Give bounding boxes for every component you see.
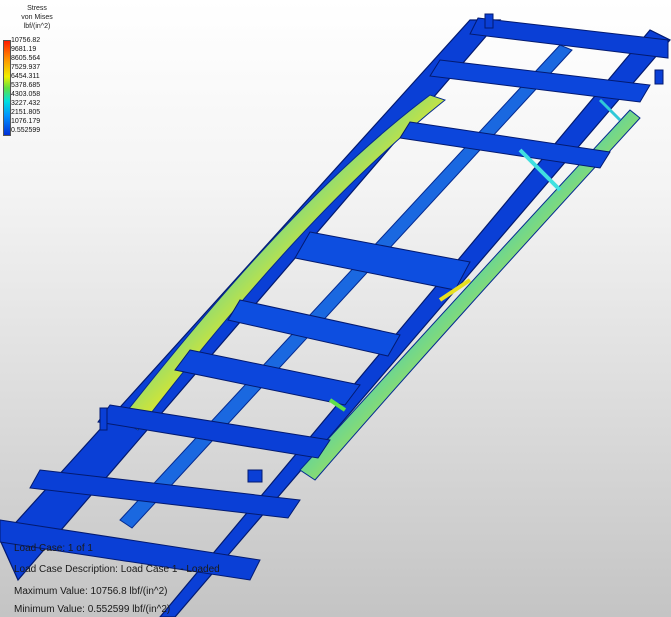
maximum-value: Maximum Value: 10756.8 lbf/(in^2)	[14, 586, 168, 597]
legend-tick: 5378.685	[11, 82, 41, 89]
legend-tick: 9681.19	[11, 46, 37, 53]
center-longitudinal	[119, 44, 573, 529]
mount-post	[99, 407, 108, 431]
legend-title-line: Stress	[27, 5, 47, 12]
load-case-label: Load Case: 1 of 1	[14, 543, 93, 554]
frame-model	[0, 13, 671, 617]
legend-tick: 0.552599	[11, 127, 41, 134]
mount-post	[654, 69, 664, 85]
mount-post	[247, 469, 263, 483]
stress-legend: Stress von Mises lbf/(in^2) 10756.82 968…	[0, 4, 80, 136]
minimum-value: Minimum Value: 0.552599 lbf/(in^2)	[14, 604, 171, 615]
legend-tick: 4303.058	[11, 91, 41, 98]
legend-tick: 10756.82	[11, 37, 41, 44]
legend-tick: 6454.311	[11, 73, 40, 80]
legend-title-line: lbf/(in^2)	[23, 23, 51, 30]
legend-tick: 3227.432	[11, 100, 41, 107]
cross-member	[174, 349, 361, 406]
model-viewport[interactable]	[0, 0, 671, 617]
legend-tick: 8605.564	[11, 55, 41, 62]
legend-tick: 1076.179	[11, 118, 41, 125]
cross-member	[227, 299, 401, 357]
load-case-description: Load Case Description: Load Case 1 - Loa…	[14, 564, 220, 575]
mount-post	[484, 13, 494, 29]
legend-title-line: von Mises	[21, 14, 53, 21]
legend-tick: 7529.937	[11, 64, 41, 71]
legend-tick: 2151.805	[11, 109, 41, 116]
legend-color-bar	[3, 40, 11, 136]
